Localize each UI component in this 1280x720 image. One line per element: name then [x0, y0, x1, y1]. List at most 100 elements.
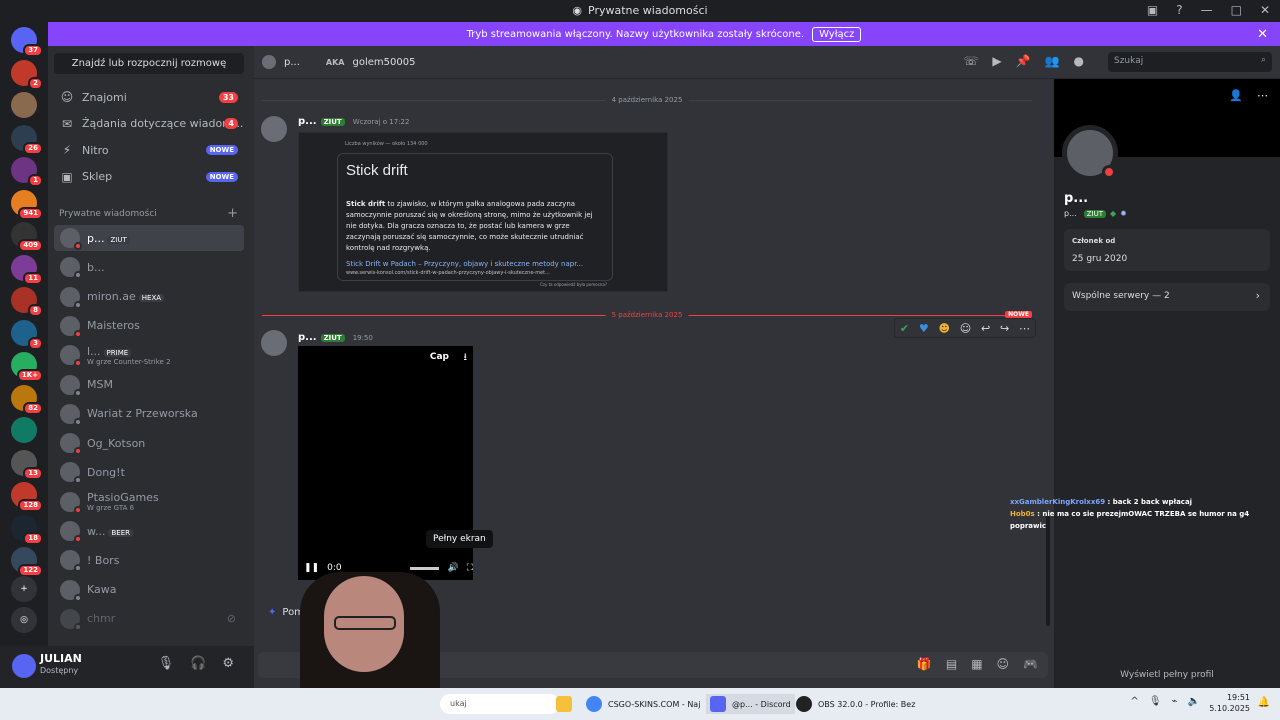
discover-icon[interactable]: ◎	[11, 607, 37, 633]
nav-item-0[interactable]: ☺ Znajomi 33	[54, 85, 244, 109]
taskbar-clock[interactable]: 19:51 5.10.2025	[1209, 692, 1250, 714]
voice-call-icon[interactable]: ☏	[963, 54, 978, 68]
chat-scrollbar[interactable]	[1046, 516, 1050, 626]
inbox-icon[interactable]: ▣	[1147, 3, 1158, 17]
taskbar-discord[interactable]: @p... - Discord	[706, 694, 795, 714]
dm-item[interactable]: Og_Kotson	[54, 430, 244, 456]
server-icon[interactable]: 941	[11, 189, 43, 220]
friends-icon: ☺	[60, 90, 74, 104]
server-icon[interactable]: 82	[11, 384, 43, 415]
file-explorer-button[interactable]	[556, 694, 572, 714]
message-avatar[interactable]	[261, 116, 287, 142]
profile-more-icon[interactable]: ⋯	[1257, 89, 1268, 102]
pause-icon[interactable]: ❚❚	[304, 563, 319, 573]
server-icon[interactable]: 18	[11, 514, 43, 545]
network-icon[interactable]: ⌁	[1172, 696, 1178, 707]
server-icon[interactable]: 128	[11, 482, 43, 512]
date-divider-label-2: 5 października 2025	[605, 311, 689, 319]
add-friend-icon[interactable]: 👤	[1229, 89, 1243, 102]
image-attachment[interactable]: Liczba wyników — około 134 000 Stick dri…	[298, 132, 668, 292]
reply-icon[interactable]: ↩	[981, 322, 990, 335]
gift-icon[interactable]: 🎁	[917, 657, 932, 671]
server-icon[interactable]	[11, 92, 37, 118]
volume-icon[interactable]: 🔊	[447, 563, 458, 573]
add-friends-icon[interactable]: 👥	[1045, 54, 1060, 68]
server-icon[interactable]: 11	[11, 254, 43, 285]
message-avatar-2[interactable]	[261, 330, 287, 356]
chat-search-input[interactable]: Szukaj ⌕	[1108, 52, 1272, 72]
forward-icon[interactable]: ↪	[1000, 322, 1009, 335]
apps-icon[interactable]: 🎮	[1023, 657, 1038, 671]
cat-reaction-icon[interactable]: ☻	[939, 322, 950, 335]
create-dm-icon[interactable]: +	[227, 206, 238, 221]
gif-icon[interactable]: ▤	[946, 657, 957, 671]
taskbar-obs[interactable]: OBS 32.0.0 - Profile: Bez	[796, 694, 915, 714]
server-icon[interactable]: 3	[11, 319, 43, 350]
server-icon[interactable]: 409	[11, 222, 43, 252]
blocked-icon: ⊘	[226, 612, 236, 626]
notification-bell-icon[interactable]: 🔔	[1258, 697, 1270, 708]
message-author[interactable]: p...	[298, 116, 317, 127]
pin-icon[interactable]: 📌	[1016, 54, 1031, 68]
headphones-icon[interactable]: 🎧	[190, 656, 206, 671]
find-conversation-button[interactable]: Znajdź lub rozpocznij rozmowę	[54, 53, 244, 74]
add-reaction-icon[interactable]: ☺	[960, 322, 971, 335]
server-badge: 3	[28, 336, 43, 350]
sticker-icon[interactable]: ▦	[971, 657, 982, 671]
microphone-icon[interactable]: 🎙	[158, 656, 175, 671]
more-icon[interactable]: ⋯	[1019, 322, 1030, 335]
dm-item[interactable]: Dong!t	[54, 459, 244, 485]
server-icon[interactable]	[11, 417, 37, 443]
server-icon[interactable]: 26	[11, 124, 43, 155]
server-icon[interactable]: 13	[11, 449, 43, 480]
server-icon[interactable]: 8	[11, 287, 43, 317]
dm-item[interactable]: p... ZIUT	[54, 225, 244, 251]
dm-item[interactable]: Kawa	[54, 577, 244, 603]
heart-reaction-icon[interactable]: ♥	[919, 322, 929, 335]
result-url: www.serwis-konsol.com/stick-drift-w-pada…	[346, 270, 550, 276]
server-icon[interactable]: 122	[11, 547, 43, 577]
server-icon[interactable]: 1	[11, 157, 43, 187]
speaker-icon[interactable]: 🔈	[1188, 696, 1200, 707]
chevron-up-icon[interactable]: ^	[1130, 696, 1138, 707]
emoji-icon[interactable]: ☺	[997, 657, 1010, 671]
settings-gear-icon[interactable]: ⚙	[222, 656, 234, 671]
dm-item[interactable]: l... PRIME W grze Counter-Strike 2	[54, 342, 244, 368]
dm-item[interactable]: ! Bors	[54, 547, 244, 573]
view-full-profile-link[interactable]: Wyświetl pełny profil	[1054, 670, 1280, 680]
maximize-button[interactable]: □	[1231, 3, 1242, 17]
disable-streamer-mode-button[interactable]: Wyłącz	[812, 26, 862, 42]
fullscreen-icon[interactable]: ⛶	[467, 563, 473, 573]
dm-item[interactable]: w... BEER	[54, 518, 244, 544]
taskbar-chrome[interactable]: CSGO-SKINS.COM - Naj	[586, 694, 700, 714]
dm-item[interactable]: chmr ⊘	[54, 606, 244, 632]
volume-slider[interactable]	[409, 566, 440, 570]
close-banner-icon[interactable]: ✕	[1257, 27, 1268, 42]
check-reaction-icon[interactable]: ✔	[900, 322, 909, 335]
dm-item[interactable]: b...	[54, 254, 244, 280]
minimize-button[interactable]: —	[1201, 3, 1213, 17]
user-profile-icon[interactable]: ●	[1074, 54, 1084, 68]
dm-item[interactable]: Wariat z Przeworska	[54, 401, 244, 427]
nav-item-1[interactable]: ✉ Żądania dotyczące wiadom... 4	[54, 112, 244, 136]
nav-item-3[interactable]: ▣ Sklep NOWE	[54, 165, 244, 189]
add-server-icon[interactable]: +	[11, 576, 37, 602]
dm-item[interactable]: Maisteros	[54, 313, 244, 339]
dm-item[interactable]: miron.ae HEXA	[54, 284, 244, 310]
help-icon[interactable]: ?	[1176, 3, 1182, 17]
dm-item[interactable]: MSM	[54, 372, 244, 398]
download-icon[interactable]: ⭳	[464, 350, 468, 367]
server-icon[interactable]: 1K+	[11, 352, 43, 382]
nav-item-2[interactable]: ⚡ Nitro NOWE	[54, 138, 244, 162]
server-icon[interactable]: 2	[11, 59, 43, 90]
taskbar-search[interactable]: ukaj	[440, 694, 560, 714]
overlay-chat-text: : back 2 back wpłacaj	[1105, 498, 1193, 506]
dm-item[interactable]: PtasioGames W grze GTA 6	[54, 489, 244, 515]
shared-servers-button[interactable]: Wspólne serwery — 2 ›	[1064, 283, 1270, 311]
user-avatar[interactable]	[12, 654, 36, 678]
video-call-icon[interactable]: ▶	[992, 54, 1001, 68]
server-icon[interactable]: 37	[11, 27, 43, 57]
close-window-button[interactable]: ✕	[1260, 3, 1270, 17]
mic-tray-icon[interactable]: 🎙	[1149, 696, 1162, 707]
message-author-2[interactable]: p...	[298, 332, 317, 343]
